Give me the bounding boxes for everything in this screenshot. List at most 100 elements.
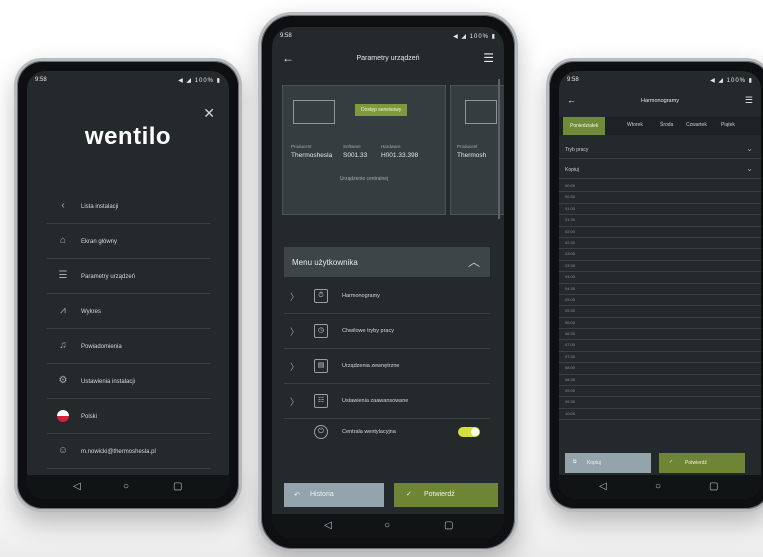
side-menu-item[interactable]: ⚙ Ustawienia instalacji [47, 364, 211, 399]
schedule-time-row[interactable]: 03:00 [559, 249, 761, 261]
schedule-time-row[interactable]: 01:00 [559, 204, 761, 216]
flag-icon [57, 410, 69, 422]
ventilation-toggle[interactable] [458, 427, 480, 437]
schedule-time-row[interactable]: 03:30 [559, 261, 761, 273]
schedule-time-row[interactable]: 00:30 [559, 192, 761, 204]
schedule-time-label: 06:30 [565, 331, 576, 337]
chart-icon: ⩘ [60, 305, 66, 316]
center-phone: 9:58 ◀ ◢ 100% ▮ ← Parametry urządzeń ☰ D… [258, 12, 518, 552]
schedule-time-label: 03:00 [565, 251, 576, 257]
side-menu-item[interactable]: ⌂ Ekran główny [47, 224, 211, 259]
nav-recent-icon[interactable]: ▢ [709, 481, 718, 492]
status-time: 9:58 [280, 33, 292, 39]
user-menu-item[interactable]: 〉 ◷ Chwilowe tryby pracy [284, 314, 490, 349]
nav-home-icon[interactable]: ○ [384, 520, 390, 531]
schedule-time-row[interactable]: 00:00 [559, 181, 761, 193]
schedule-time-label: 07:00 [565, 342, 576, 348]
schedule-time-label: 08:30 [565, 376, 576, 382]
schedule-time-row[interactable]: 02:30 [559, 238, 761, 250]
producent-label: Producent [291, 144, 312, 149]
schedule-grid[interactable]: 00:00 00:30 01:00 01:30 02:00 02:30 03:00 03:30… [559, 181, 761, 421]
schedule-time-row[interactable]: 04:30 [559, 284, 761, 295]
side-menu-item-label: Wykres [81, 309, 101, 315]
copy-button[interactable]: ⧉ Kopiuj [565, 453, 651, 473]
user-icon: ☺ [57, 445, 69, 456]
schedule-time-row[interactable]: 09:30 [559, 397, 761, 409]
ventilation-unit-icon [293, 100, 335, 124]
check-icon: ✓ [406, 491, 412, 498]
schedule-time-row[interactable]: 04:00 [559, 272, 761, 284]
producent-label-2: Producent [457, 144, 478, 149]
history-icon: ↶ [294, 492, 300, 499]
chevron-down-icon: ⌄ [746, 164, 753, 173]
weekday-tabs: Poniedziałek Wtorek Środa Czwartek Piąte… [559, 117, 761, 135]
tab-wednesday[interactable]: Środa [660, 122, 673, 128]
nav-back-icon[interactable]: ◁ [324, 520, 332, 531]
user-menu-item[interactable]: 〉 ▤ Urządzenia zewnętrzne [284, 349, 490, 384]
chevron-up-icon[interactable]: ︿ [468, 253, 480, 270]
close-icon[interactable]: ✕ [203, 105, 215, 122]
hardware-value: H001.33.398 [381, 152, 419, 159]
schedule-time-row[interactable]: 05:00 [559, 295, 761, 307]
nav-back-icon[interactable]: ◁ [73, 481, 81, 492]
user-menu-item-label: Ustawienia zaawansowane [342, 398, 409, 404]
user-menu-item-icon: ☷ [314, 394, 328, 408]
user-menu-header[interactable]: Menu użytkownika ︿ [284, 247, 490, 277]
tab-monday[interactable]: Poniedziałek [563, 117, 606, 135]
android-nav-bar: ◁ ○ ▢ [27, 475, 229, 499]
device-card-2[interactable]: Producent Thermosh [450, 85, 504, 215]
schedule-time-row[interactable]: 02:00 [559, 227, 761, 238]
service-access-badge[interactable]: Dostęp serwisowy [355, 104, 408, 116]
scrollbar[interactable] [498, 79, 500, 219]
schedule-time-row[interactable]: 07:30 [559, 352, 761, 364]
side-menu-item[interactable]: ‹ Lista instalacji [47, 189, 211, 224]
schedule-time-row[interactable]: 06:00 [559, 318, 761, 330]
top-bar: ← Harmonogramy ☰ [559, 91, 761, 115]
hamburger-menu-icon[interactable]: ☰ [745, 95, 753, 106]
schedule-time-row[interactable]: 09:00 [559, 386, 761, 398]
confirm-button[interactable]: ✓ Potwierdź [659, 453, 745, 473]
schedule-time-row[interactable]: 05:30 [559, 306, 761, 318]
status-time: 9:58 [35, 77, 47, 83]
sliders-icon: ☰ [58, 270, 68, 281]
side-menu-item[interactable]: ☺ m.nowicki@thermoshesla.pl [47, 434, 211, 469]
nav-home-icon[interactable]: ○ [123, 481, 129, 492]
user-menu-item[interactable]: 〉 ☷ Ustawienia zaawansowane [284, 384, 490, 419]
user-menu-item-icon: ⏱ [314, 289, 328, 303]
schedule-time-label: 03:30 [565, 262, 576, 268]
copy-select[interactable]: Kopiuj ⌄ [559, 161, 761, 179]
side-menu-item[interactable]: ☰ Parametry urządzeń [47, 259, 211, 294]
confirm-button[interactable]: ✓ Potwierdź [394, 483, 498, 507]
nav-back-icon[interactable]: ◁ [599, 481, 607, 492]
schedule-time-row[interactable]: 07:00 [559, 340, 761, 352]
schedule-time-row[interactable]: 08:30 [559, 375, 761, 387]
side-menu-item[interactable]: Polski [47, 399, 211, 434]
device-card[interactable]: Dostęp serwisowy Producent Thermoshesla … [282, 85, 446, 215]
schedule-time-row[interactable]: 01:30 [559, 215, 761, 227]
hamburger-menu-icon[interactable]: ☰ [483, 51, 494, 65]
user-menu-item[interactable]: 〉 ⏱ Harmonogramy [284, 279, 490, 314]
side-menu-item[interactable]: ⩘ Wykres [47, 294, 211, 329]
schedule-time-row[interactable]: 10:00 [559, 409, 761, 421]
status-signal: ◀ ◢ 100% ▮ [710, 78, 753, 84]
mode-select[interactable]: Tryb pracy ⌄ [559, 141, 761, 159]
schedule-time-row[interactable]: 08:00 [559, 363, 761, 375]
nav-recent-icon[interactable]: ▢ [173, 481, 182, 492]
tab-thursday[interactable]: Czwartek [686, 122, 707, 128]
tab-tuesday[interactable]: Wtorek [627, 122, 643, 128]
schedule-time-label: 09:30 [565, 399, 576, 405]
page-title: Parametry urządzeń [356, 55, 420, 62]
status-bar: 9:58 ◀ ◢ 100% ▮ [272, 27, 504, 45]
nav-recent-icon[interactable]: ▢ [444, 520, 453, 531]
schedule-time-label: 01:00 [565, 205, 576, 211]
nav-home-icon[interactable]: ○ [655, 481, 661, 492]
user-menu-item-label: Harmonogramy [342, 293, 380, 299]
schedule-time-label: 09:00 [565, 388, 576, 394]
side-menu-item-label: Ustawienia instalacji [81, 379, 136, 385]
schedule-time-row[interactable]: 06:30 [559, 329, 761, 341]
status-signal: ◀ ◢ 100% ▮ [453, 34, 496, 40]
user-menu-list: 〉 ⏱ Harmonogramy 〉 ◷ Chwilowe tryby pracy 〉 ▤ Ur… [284, 279, 490, 419]
history-button[interactable]: ↶ Historia [284, 483, 384, 507]
side-menu-item[interactable]: ♫ Powiadomienia [47, 329, 211, 364]
tab-friday[interactable]: Piątek [721, 122, 735, 128]
